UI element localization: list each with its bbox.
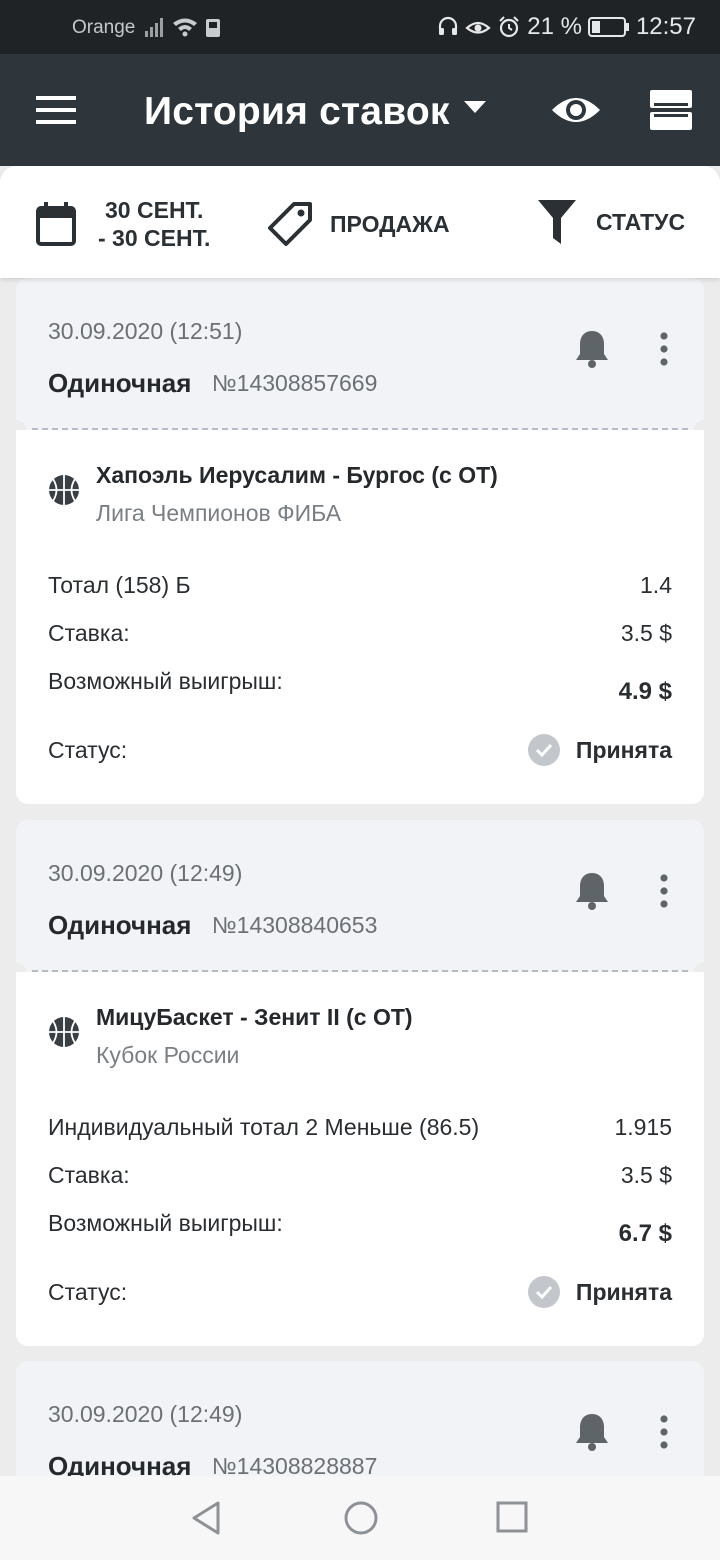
win-value: 4.9 $ <box>618 678 672 705</box>
more-options-icon[interactable] <box>660 874 668 913</box>
status-value: Принята <box>527 1276 672 1308</box>
hamburger-menu-icon[interactable] <box>36 96 76 129</box>
bet-slip-icon[interactable] <box>650 90 692 135</box>
bell-icon[interactable] <box>574 328 610 375</box>
battery-icon <box>587 17 629 37</box>
market-row: Тотал (158) Б 1.4 <box>48 572 672 599</box>
eye-comfort-icon <box>465 21 491 34</box>
status-label: СТАТУС <box>596 208 686 235</box>
clock: 12:57 <box>635 13 696 40</box>
bell-icon[interactable] <box>574 870 610 917</box>
bet-type: Одиночная <box>48 910 192 940</box>
odds-value: 1.4 <box>640 572 672 598</box>
stake-label: Ставка: <box>48 1162 130 1188</box>
carrier-name: Orange <box>72 17 136 38</box>
check-circle-icon <box>527 734 560 766</box>
bet-type: Одиночная <box>48 368 192 398</box>
filter-funnel-icon <box>538 200 576 244</box>
more-options-icon[interactable] <box>660 332 668 371</box>
stake-row: Ставка: 3.5 $ <box>48 620 672 647</box>
win-value: 6.7 $ <box>618 1220 672 1247</box>
headset-icon <box>439 16 458 35</box>
signal-wifi-icons <box>143 15 225 44</box>
bet-list: 30.09.2020 (12:51) Одиночная №1430885766… <box>0 278 720 1476</box>
filter-bar: 30 СЕНТ. - 30 СЕНТ. ПРОДАЖА СТАТУС <box>0 166 720 278</box>
status-right: 21 % 12:57 <box>437 12 696 42</box>
status-label: Статус: <box>48 736 128 763</box>
bet-number: №14308828887 <box>212 1453 378 1476</box>
bet-card-body: Хапоэль Иерусалим - Бургос (с ОТ) Лига Ч… <box>16 430 704 804</box>
status-label: Статус: <box>48 1278 128 1305</box>
bet-card-header: 30.09.2020 (12:51) Одиночная №1430885766… <box>16 278 704 430</box>
bell-icon[interactable] <box>574 1411 610 1458</box>
bet-card[interactable]: 30.09.2020 (12:51) Одиночная №1430885766… <box>16 278 704 804</box>
date-range-filter[interactable]: 30 СЕНТ. - 30 СЕНТ. <box>36 196 210 252</box>
date-from: 30 СЕНТ. <box>105 197 204 223</box>
bet-card-header: 30.09.2020 (12:49) Одиночная №1430884065… <box>16 820 704 972</box>
market-name: Индивидуальный тотал 2 Меньше (86.5) <box>48 1114 480 1140</box>
calendar-icon <box>36 202 76 246</box>
home-icon[interactable] <box>343 1500 379 1541</box>
win-row: Возможный выигрыш: 4.9 $ <box>48 668 672 706</box>
bet-card-header: 30.09.2020 (12:49) Одиночная №1430882888… <box>16 1361 704 1476</box>
league-name: Кубок России <box>96 1042 240 1068</box>
system-nav-bar <box>0 1476 720 1560</box>
event-name: Хапоэль Иерусалим - Бургос (с ОТ) <box>96 462 498 488</box>
basketball-icon <box>48 1016 80 1053</box>
status-bar: Orange 21 % 12:57 <box>0 0 720 54</box>
status-text: Принята <box>575 736 672 763</box>
page-title[interactable]: История ставок <box>144 90 450 134</box>
market-row: Индивидуальный тотал 2 Меньше (86.5) 1.9… <box>48 1114 672 1141</box>
sale-filter[interactable]: ПРОДАЖА <box>266 200 450 248</box>
event-name: МицуБаскет - Зенит II (с ОТ) <box>96 1004 413 1030</box>
stake-value: 3.5 $ <box>620 620 672 646</box>
bet-date: 30.09.2020 (12:49) <box>48 860 243 886</box>
sale-label: ПРОДАЖА <box>330 210 450 237</box>
status-value: Принята <box>527 734 672 766</box>
check-circle-icon <box>527 1276 560 1308</box>
date-to: - 30 СЕНТ. <box>98 225 211 251</box>
bet-date: 30.09.2020 (12:49) <box>48 1401 243 1427</box>
tag-icon <box>268 202 312 246</box>
market-name: Тотал (158) Б <box>48 572 191 598</box>
recents-icon[interactable] <box>496 1500 528 1539</box>
back-icon[interactable] <box>190 1500 222 1541</box>
stake-row: Ставка: 3.5 $ <box>48 1162 672 1189</box>
bet-card-body: МицуБаскет - Зенит II (с ОТ) Кубок Росси… <box>16 972 704 1346</box>
basketball-icon <box>48 474 80 511</box>
win-label: Возможный выигрыш: <box>48 668 283 694</box>
chevron-down-icon[interactable] <box>464 100 486 118</box>
stake-value: 3.5 $ <box>620 1162 672 1188</box>
status-filter[interactable]: СТАТУС <box>538 200 685 244</box>
eye-icon[interactable] <box>550 92 602 133</box>
bet-number: №14308857669 <box>212 370 378 396</box>
status-row: Статус: Принята <box>48 1276 672 1308</box>
bet-card[interactable]: 30.09.2020 (12:49) Одиночная №1430884065… <box>16 820 704 1346</box>
status-text: Принята <box>575 1278 672 1305</box>
more-options-icon[interactable] <box>660 1415 668 1454</box>
bet-type: Одиночная <box>48 1451 192 1476</box>
win-row: Возможный выигрыш: 6.7 $ <box>48 1210 672 1248</box>
app-bar: История ставок <box>0 54 720 166</box>
stake-label: Ставка: <box>48 620 130 646</box>
battery-percent: 21 % <box>527 13 582 40</box>
odds-value: 1.915 <box>614 1114 672 1140</box>
league-name: Лига Чемпионов ФИБА <box>96 500 342 526</box>
bet-number: №14308840653 <box>212 912 378 938</box>
bet-card[interactable]: 30.09.2020 (12:49) Одиночная №1430882888… <box>16 1361 704 1476</box>
status-row: Статус: Принята <box>48 734 672 766</box>
win-label: Возможный выигрыш: <box>48 1210 283 1236</box>
bet-date: 30.09.2020 (12:51) <box>48 318 243 344</box>
alarm-icon <box>499 16 519 38</box>
